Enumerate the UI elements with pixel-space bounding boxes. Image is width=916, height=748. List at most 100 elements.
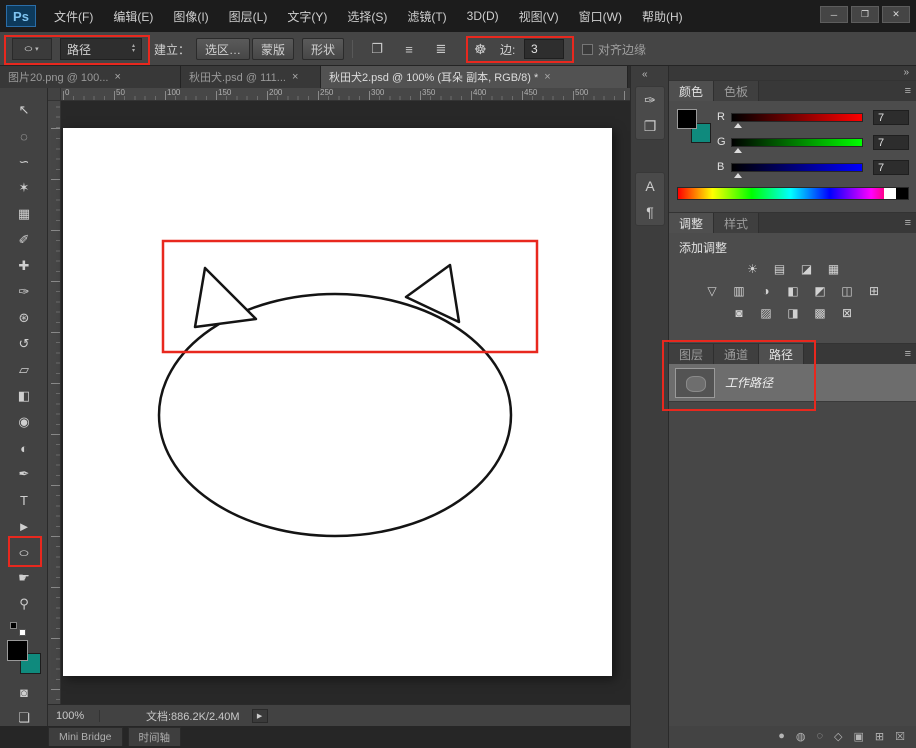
tab-color[interactable]: 颜色 <box>669 81 715 101</box>
blue-value-input[interactable] <box>873 160 909 175</box>
new-path-icon[interactable]: ⊞ <box>875 730 884 743</box>
path-alignment-icon[interactable]: ≡ <box>396 38 422 60</box>
fill-path-icon[interactable]: ● <box>778 730 785 742</box>
hand-tool[interactable]: ☛ <box>9 565 39 591</box>
menu-help[interactable]: 帮助(H) <box>632 0 693 32</box>
quick-mask-button[interactable]: ◙ <box>0 680 48 704</box>
menu-filter[interactable]: 滤镜(T) <box>397 0 456 32</box>
menu-type[interactable]: 文字(Y) <box>277 0 337 32</box>
magic-wand-tool[interactable]: ✶ <box>9 175 39 201</box>
make-work-path-icon[interactable]: ◇ <box>834 730 842 743</box>
threshold-icon[interactable]: ◨ <box>782 304 804 322</box>
black-white-icon[interactable]: ◧ <box>782 282 804 300</box>
clone-source-icon[interactable]: ❐ <box>644 119 657 133</box>
load-selection-icon[interactable]: ◌ <box>816 730 823 742</box>
add-mask-icon[interactable]: ▣ <box>854 730 864 743</box>
close-icon[interactable]: × <box>114 71 120 83</box>
history-brush-tool[interactable]: ↺ <box>9 331 39 357</box>
stroke-path-icon[interactable]: ◍ <box>796 730 806 743</box>
type-tool[interactable]: T <box>9 487 39 513</box>
minimize-button[interactable]: ─ <box>820 6 848 23</box>
paragraph-panel-icon[interactable]: ¶ <box>646 205 654 219</box>
gradient-map-icon[interactable]: ▩ <box>809 304 831 322</box>
pen-tool[interactable]: ✒ <box>9 461 39 487</box>
curves-icon[interactable]: ◪ <box>796 260 818 278</box>
tab-paths[interactable]: 路径 <box>759 344 805 364</box>
maximize-button[interactable]: ❐ <box>851 6 879 23</box>
panel-menu-icon[interactable]: ≡ <box>905 348 911 360</box>
healing-brush-tool[interactable]: ✚ <box>9 253 39 279</box>
color-lookup-icon[interactable]: ⊞ <box>863 282 885 300</box>
spectrum-black-swatch[interactable] <box>896 188 908 199</box>
default-colors-icon[interactable] <box>10 622 26 636</box>
foreground-color-swatch[interactable] <box>677 109 697 129</box>
menu-file[interactable]: 文件(F) <box>44 0 103 32</box>
document-tab-1[interactable]: 图片20.png @ 100... × <box>0 66 181 88</box>
tool-preset-dropdown[interactable]: ○ ▾ <box>12 38 52 60</box>
channel-mixer-icon[interactable]: ◫ <box>836 282 858 300</box>
menu-layer[interactable]: 图层(L) <box>219 0 278 32</box>
foreground-color-swatch[interactable] <box>7 640 28 661</box>
timeline-tab[interactable]: 时间轴 <box>127 727 182 746</box>
work-path-row[interactable]: 工作路径 <box>669 364 916 402</box>
invert-icon[interactable]: ◙ <box>728 304 750 322</box>
menu-select[interactable]: 选择(S) <box>337 0 397 32</box>
zoom-level-field[interactable]: 100% <box>56 709 100 722</box>
path-arrange-icon[interactable]: ≣ <box>428 38 454 60</box>
foreground-background-swatch[interactable] <box>7 640 41 674</box>
brush-panel-icon[interactable]: ✑ <box>644 93 656 107</box>
crop-tool[interactable]: ▦ <box>9 201 39 227</box>
close-button[interactable]: ✕ <box>882 6 910 23</box>
make-selection-button[interactable]: 选区… <box>196 38 251 60</box>
document-tab-active[interactable]: 秋田犬2.psd @ 100% (耳朵 副本, RGB/8) * × <box>321 66 628 88</box>
menu-view[interactable]: 视图(V) <box>509 0 569 32</box>
edge-count-input[interactable] <box>524 39 564 59</box>
status-expand-button[interactable]: ▶ <box>251 708 268 723</box>
tab-styles[interactable]: 样式 <box>714 213 760 233</box>
close-icon[interactable]: × <box>292 71 298 83</box>
menu-window[interactable]: 窗口(W) <box>569 0 632 32</box>
collapse-panels-icon[interactable]: » <box>903 67 909 78</box>
red-value-input[interactable] <box>873 110 909 125</box>
green-slider[interactable] <box>731 138 863 153</box>
tool-mode-select[interactable]: 路径 ▴ ▾ <box>60 38 142 60</box>
panel-color-swatch[interactable] <box>677 109 711 143</box>
align-edges-checkbox[interactable] <box>582 43 593 55</box>
menu-3d[interactable]: 3D(D) <box>457 0 509 32</box>
hue-saturation-icon[interactable]: ▥ <box>728 282 750 300</box>
slider-marker[interactable] <box>734 148 742 153</box>
mini-bridge-tab[interactable]: Mini Bridge <box>48 727 123 746</box>
blue-slider[interactable] <box>731 163 863 178</box>
delete-path-icon[interactable]: ☒ <box>895 730 905 743</box>
menu-image[interactable]: 图像(I) <box>163 0 218 32</box>
green-value-input[interactable] <box>873 135 909 150</box>
elliptical-marquee-tool[interactable]: ◌ <box>9 123 39 149</box>
selective-color-icon[interactable]: ⊠ <box>836 304 858 322</box>
make-mask-button[interactable]: 蒙版 <box>252 38 295 60</box>
levels-icon[interactable]: ▤ <box>769 260 791 278</box>
red-slider[interactable] <box>731 113 863 128</box>
tab-adjustments[interactable]: 调整 <box>669 213 715 233</box>
slider-marker[interactable] <box>734 173 742 178</box>
character-panel-icon[interactable]: A <box>645 179 654 193</box>
document-tab-2[interactable]: 秋田犬.psd @ 111... × <box>181 66 321 88</box>
brush-tool[interactable]: ✑ <box>9 279 39 305</box>
vibrance-icon[interactable]: ▽ <box>701 282 723 300</box>
panel-menu-icon[interactable]: ≡ <box>905 217 911 229</box>
path-selection-tool[interactable]: ► <box>9 513 39 539</box>
document-canvas[interactable] <box>63 128 612 676</box>
dodge-tool[interactable]: ◐ <box>9 435 39 461</box>
color-balance-icon[interactable]: ◑ <box>755 282 777 300</box>
color-spectrum-bar[interactable] <box>677 187 909 200</box>
move-tool[interactable]: ↖ <box>9 97 39 123</box>
zoom-tool[interactable]: ⚲ <box>9 591 39 617</box>
posterize-icon[interactable]: ▨ <box>755 304 777 322</box>
eraser-tool[interactable]: ▱ <box>9 357 39 383</box>
gear-icon[interactable]: ☸ <box>474 38 487 60</box>
tab-channels[interactable]: 通道 <box>714 344 760 364</box>
panel-menu-icon[interactable]: ≡ <box>905 85 911 97</box>
tab-layers[interactable]: 图层 <box>669 344 715 364</box>
blur-tool[interactable]: ◉ <box>9 409 39 435</box>
brightness-contrast-icon[interactable]: ☀ <box>742 260 764 278</box>
path-operations-icon[interactable]: ❐ <box>364 38 390 60</box>
